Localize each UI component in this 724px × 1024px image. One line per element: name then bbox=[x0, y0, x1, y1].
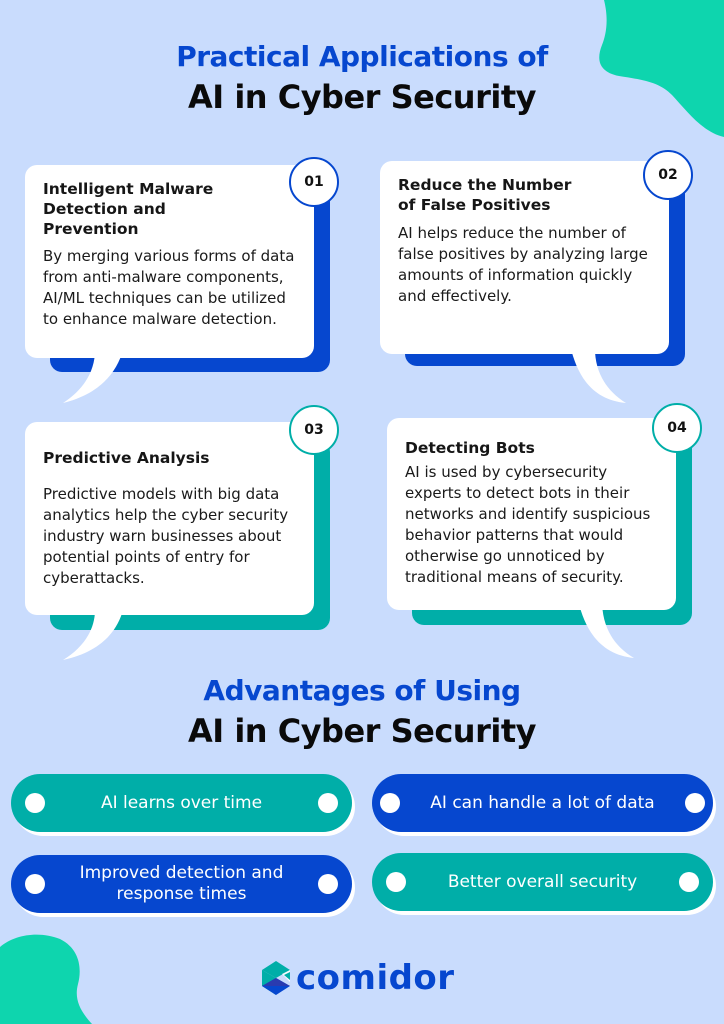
speech-bubble-tail bbox=[63, 350, 123, 403]
advantage-pill-overall-security: Better overall security bbox=[372, 853, 713, 911]
card-description: By merging various forms of data from an… bbox=[43, 247, 295, 328]
bullet-dot-icon bbox=[386, 872, 406, 892]
card-description: Predictive models with big data analytic… bbox=[43, 485, 289, 587]
comidor-hexagon-logo-icon bbox=[262, 961, 290, 995]
card-description: AI is used by cybersecurity experts to d… bbox=[405, 463, 651, 586]
advantage-pill-detection-response: Improved detection and response times bbox=[11, 855, 352, 913]
bullet-dot-icon bbox=[380, 793, 400, 813]
bullet-dot-icon bbox=[25, 874, 45, 894]
card-number-badge: 04 bbox=[652, 403, 702, 453]
card-content: Predictive Analysis Predictive models wi… bbox=[25, 422, 314, 615]
bullet-dot-icon bbox=[318, 793, 338, 813]
card-content: Intelligent Malware Detection and Preven… bbox=[25, 165, 314, 358]
logo-text: comidor bbox=[296, 958, 455, 998]
advantage-label: Better overall security bbox=[447, 871, 638, 892]
section-title-practical-applications: Practical Applications of bbox=[176, 40, 548, 73]
card-number-badge: 01 bbox=[289, 157, 339, 207]
card-title: Detecting Bots bbox=[405, 439, 535, 457]
card-number-badge: 03 bbox=[289, 405, 339, 455]
advantage-label: Improved detection and response times bbox=[79, 863, 284, 904]
advantage-label: AI learns over time bbox=[100, 792, 263, 813]
section-subtitle-ai-cyber-security: AI in Cyber Security bbox=[188, 78, 536, 116]
bullet-dot-icon bbox=[25, 793, 45, 813]
card-description: AI helps reduce the number of false posi… bbox=[398, 224, 648, 305]
bullet-dot-icon bbox=[685, 793, 705, 813]
comidor-logo: comidor bbox=[262, 958, 455, 998]
bullet-dot-icon bbox=[679, 872, 699, 892]
advantage-pill-handle-data: AI can handle a lot of data bbox=[372, 774, 713, 832]
speech-bubble-tail bbox=[570, 345, 626, 403]
card-content: Reduce the Number of False Positives AI … bbox=[380, 161, 669, 354]
card-title: Reduce the Number of False Positives bbox=[398, 176, 572, 214]
card-number-badge: 02 bbox=[643, 150, 693, 200]
advantage-pill-learns-over-time: AI learns over time bbox=[11, 774, 352, 832]
card-title: Intelligent Malware Detection and Preven… bbox=[43, 180, 214, 238]
decorative-blob-bottom-left bbox=[0, 934, 92, 1024]
card-content: Detecting Bots AI is used by cybersecuri… bbox=[387, 418, 676, 610]
bullet-dot-icon bbox=[318, 874, 338, 894]
speech-bubble-tail bbox=[63, 610, 123, 660]
section-subtitle-ai-cyber-security: AI in Cyber Security bbox=[188, 712, 536, 750]
card-title: Predictive Analysis bbox=[43, 449, 210, 467]
section-title-advantages: Advantages of Using bbox=[203, 674, 521, 707]
advantage-label: AI can handle a lot of data bbox=[430, 792, 655, 813]
